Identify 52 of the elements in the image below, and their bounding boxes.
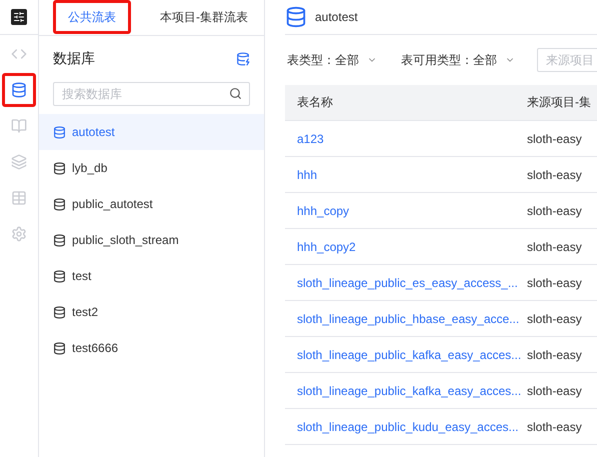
sidebar-title: 数据库 [53, 50, 95, 68]
column-header: 表名称 [285, 85, 521, 121]
book-icon [11, 118, 27, 134]
database-icon [285, 6, 307, 28]
table-link[interactable]: sloth_lineage_public_es_easy_access_... [297, 276, 518, 290]
database-title: autotest [315, 10, 358, 24]
table-link[interactable]: hhh [297, 168, 318, 182]
database-item[interactable]: autotest [39, 114, 264, 150]
table-cell: sloth-easy [521, 409, 597, 445]
database-item[interactable]: lyb_db [39, 150, 264, 186]
table-link[interactable]: sloth_lineage_public_kafka_easy_acces... [297, 348, 522, 362]
table-icon [11, 190, 27, 206]
table-link[interactable]: hhh_copy [297, 204, 350, 218]
table-cell: sloth-easy [521, 301, 597, 337]
settings-icon [11, 226, 27, 242]
table-link[interactable]: hhh_copy2 [297, 240, 356, 254]
filter-select[interactable]: 表类型：全部 [285, 52, 389, 68]
table-cell: sloth-easy [521, 373, 597, 409]
database-icon [53, 342, 66, 354]
database-icon [53, 270, 66, 282]
database-icon [53, 234, 66, 246]
filter-select[interactable]: 表可用类型：全部 [399, 52, 527, 68]
logo-icon [11, 9, 27, 25]
table-cell: sloth-easy [521, 157, 597, 193]
table-cell: sloth-easy [521, 229, 597, 265]
database-icon [53, 126, 66, 138]
table-link[interactable]: sloth_lineage_public_kafka_easy_acces... [297, 384, 522, 398]
database-icon [53, 162, 66, 174]
table-cell: sloth-easy [521, 121, 597, 157]
database-icon [11, 82, 27, 98]
tab[interactable]: 本项目-集群流表 [145, 0, 263, 34]
layers-icon [11, 154, 27, 170]
database-item[interactable]: test [39, 258, 264, 294]
add-database-icon[interactable] [236, 52, 250, 66]
filter-field[interactable]: 来源项目 [537, 48, 597, 72]
table-link[interactable]: sloth_lineage_public_hbase_easy_acce... [297, 312, 520, 326]
database-icon [53, 198, 66, 210]
column-header: 来源项目-集 [521, 85, 597, 121]
table-link[interactable]: sloth_lineage_public_kudu_easy_acces... [297, 420, 518, 434]
database-item[interactable]: public_sloth_stream [39, 222, 264, 258]
database-item[interactable]: public_autotest [39, 186, 264, 222]
table-cell: sloth-easy [521, 265, 597, 301]
table-cell: sloth-easy [521, 337, 597, 373]
search-field[interactable]: 搜索数据库 [53, 82, 250, 106]
tab[interactable]: 公共流表 [53, 0, 131, 34]
database-item[interactable]: test2 [39, 294, 264, 330]
search-icon [229, 87, 242, 100]
table-link[interactable]: a123 [297, 132, 324, 146]
nav-button[interactable] [2, 73, 36, 107]
database-icon [53, 306, 66, 318]
database-item[interactable]: test6666 [39, 330, 264, 366]
table-cell: sloth-easy [521, 193, 597, 229]
